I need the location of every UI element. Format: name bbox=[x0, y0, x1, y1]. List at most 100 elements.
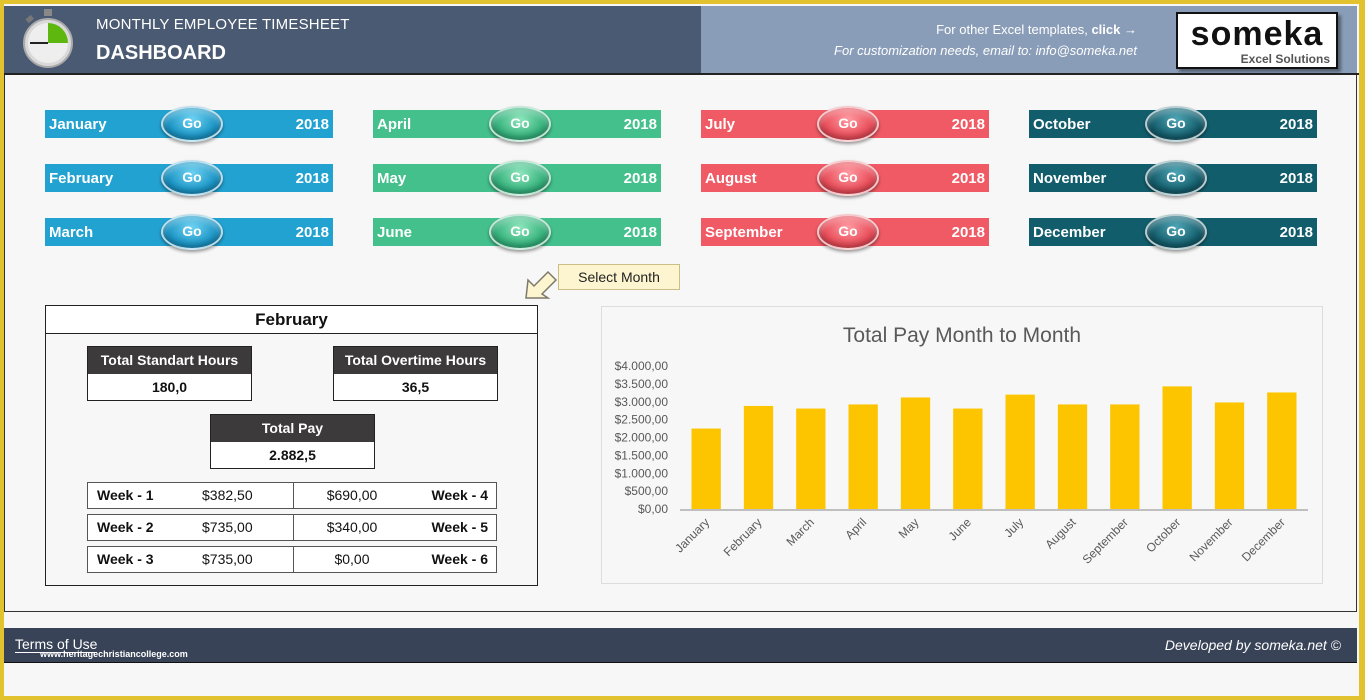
bar-april bbox=[848, 404, 878, 509]
y-axis: $0,00 $500,00 $1.000,00 $1.500,00 $2.000,00 $… bbox=[615, 359, 669, 516]
contact-text: For customization needs, email to: info@… bbox=[834, 43, 1137, 58]
go-button-june[interactable]: Go bbox=[489, 214, 551, 250]
month-name: September bbox=[705, 224, 783, 241]
go-button-january[interactable]: Go bbox=[161, 106, 223, 142]
bar-august bbox=[1057, 404, 1088, 509]
week-label: Week - 4 bbox=[431, 487, 488, 503]
templates-promo: For other Excel templates, click → bbox=[936, 22, 1137, 37]
arrow-right-icon[interactable]: → bbox=[1124, 22, 1137, 37]
month-name: August bbox=[705, 170, 757, 187]
month-name: December bbox=[1033, 224, 1106, 241]
bar-march bbox=[796, 408, 826, 509]
bar-may bbox=[900, 397, 931, 509]
month-year: 2018 bbox=[295, 224, 329, 241]
y-tick-label: $2.500,00 bbox=[615, 413, 669, 427]
week-pay: $690,00 bbox=[326, 487, 378, 503]
week-row: Week - 3 $735,00 $0,00 Week - 6 bbox=[87, 546, 497, 573]
app-subtitle: MONTHLY EMPLOYEE TIMESHEET bbox=[96, 16, 350, 33]
total-pay-chart: Total Pay Month to Month $0,00 $500,00 $1.… bbox=[601, 306, 1323, 584]
x-tick-label: June bbox=[946, 515, 975, 544]
bar-november bbox=[1214, 402, 1245, 509]
bar-january bbox=[691, 428, 721, 509]
watermark-text: www.heritagechristiancollege.com bbox=[40, 649, 188, 659]
standard-hours-value: 180,0 bbox=[151, 379, 188, 395]
month-year: 2018 bbox=[951, 170, 985, 187]
x-tick-label: February bbox=[721, 515, 765, 559]
templates-link[interactable]: click bbox=[1091, 22, 1120, 37]
selected-month-title: February bbox=[46, 306, 537, 334]
week-row: Week - 2 $735,00 $340,00 Week - 5 bbox=[87, 514, 497, 541]
go-button-may[interactable]: Go bbox=[489, 160, 551, 196]
x-tick-label: November bbox=[1187, 515, 1236, 564]
month-name: April bbox=[377, 116, 412, 133]
stopwatch-icon bbox=[23, 9, 73, 68]
go-button-february[interactable]: Go bbox=[161, 160, 223, 196]
month-bar-october: October Go 2018 bbox=[1029, 106, 1317, 142]
logo-brand: someka bbox=[1190, 15, 1324, 53]
month-name: May bbox=[377, 170, 407, 187]
month-year: 2018 bbox=[1279, 224, 1313, 241]
overtime-hours-value: 36,5 bbox=[401, 379, 430, 395]
total-pay-card: Total Pay 2.882,5 bbox=[210, 414, 375, 469]
someka-logo[interactable]: someka Excel Solutions bbox=[1176, 12, 1338, 69]
month-bar-december: December Go 2018 bbox=[1029, 214, 1317, 250]
bar-june bbox=[953, 408, 983, 509]
logo-tagline: Excel Solutions bbox=[1240, 52, 1330, 66]
week-pay: $0,00 bbox=[334, 551, 370, 567]
go-button-october[interactable]: Go bbox=[1145, 106, 1207, 142]
month-name: November bbox=[1033, 170, 1107, 187]
y-tick-label: $1.000,00 bbox=[615, 466, 669, 480]
chart-title: Total Pay Month to Month bbox=[843, 324, 1081, 347]
week-label: Week - 3 bbox=[97, 551, 154, 567]
month-bar-august: August Go 2018 bbox=[701, 160, 989, 196]
y-tick-label: $500,00 bbox=[625, 484, 669, 498]
week-row: Week - 1 $382,50 $690,00 Week - 4 bbox=[87, 482, 497, 509]
x-tick-label: August bbox=[1042, 515, 1079, 552]
x-tick-label: July bbox=[1001, 515, 1026, 540]
standard-hours-card: Total Standart Hours 180,0 bbox=[87, 346, 252, 401]
x-tick-label: December bbox=[1239, 515, 1288, 564]
footer: Terms of Use www.heritagechristiancolleg… bbox=[4, 628, 1357, 663]
go-button-september[interactable]: Go bbox=[817, 214, 879, 250]
promo-text: For other Excel templates, bbox=[936, 22, 1092, 37]
page-title: DASHBOARD bbox=[96, 42, 226, 64]
month-name: January bbox=[49, 116, 107, 133]
month-name: February bbox=[49, 170, 114, 187]
x-tick-label: January bbox=[672, 515, 712, 555]
x-tick-label: April bbox=[842, 515, 869, 542]
y-tick-label: $1.500,00 bbox=[615, 448, 669, 462]
month-bar-july: July Go 2018 bbox=[701, 106, 989, 142]
month-bar-june: June Go 2018 bbox=[373, 214, 661, 250]
y-tick-label: $4.000,00 bbox=[615, 359, 669, 373]
y-tick-label: $3.000,00 bbox=[615, 395, 669, 409]
month-year: 2018 bbox=[951, 224, 985, 241]
x-axis: January February March April May June July Augu… bbox=[672, 515, 1288, 567]
month-bar-january: January Go 2018 bbox=[45, 106, 333, 142]
go-button-november[interactable]: Go bbox=[1145, 160, 1207, 196]
month-name: March bbox=[49, 224, 94, 241]
go-button-august[interactable]: Go bbox=[817, 160, 879, 196]
go-button-march[interactable]: Go bbox=[161, 214, 223, 250]
x-tick-label: October bbox=[1143, 515, 1183, 555]
month-name: October bbox=[1033, 116, 1091, 133]
go-button-april[interactable]: Go bbox=[489, 106, 551, 142]
month-year: 2018 bbox=[623, 170, 657, 187]
week-label: Week - 6 bbox=[431, 551, 488, 567]
select-month-hint: Select Month bbox=[558, 264, 680, 290]
month-year: 2018 bbox=[623, 224, 657, 241]
week-pay: $735,00 bbox=[202, 519, 253, 535]
total-pay-value: 2.882,5 bbox=[269, 447, 316, 463]
bar-september bbox=[1110, 404, 1140, 509]
bars bbox=[691, 386, 1297, 509]
week-label: Week - 2 bbox=[97, 519, 154, 535]
month-bar-november: November Go 2018 bbox=[1029, 160, 1317, 196]
bar-october bbox=[1162, 386, 1192, 509]
x-tick-label: May bbox=[896, 515, 922, 541]
go-button-july[interactable]: Go bbox=[817, 106, 879, 142]
month-bar-may: May Go 2018 bbox=[373, 160, 661, 196]
total-pay-label: Total Pay bbox=[211, 415, 374, 442]
month-name: July bbox=[705, 116, 736, 133]
month-year: 2018 bbox=[951, 116, 985, 133]
arrow-down-left-icon bbox=[525, 270, 558, 299]
go-button-december[interactable]: Go bbox=[1145, 214, 1207, 250]
